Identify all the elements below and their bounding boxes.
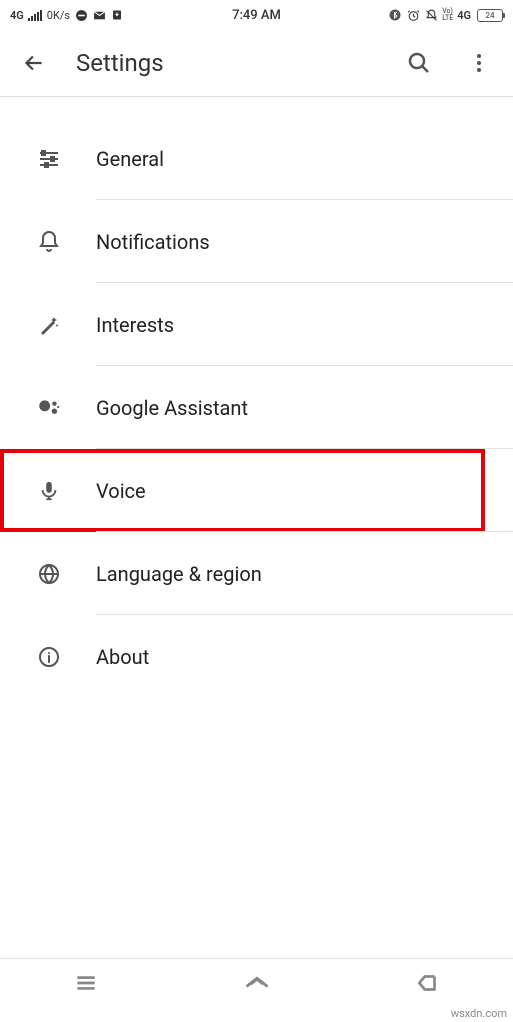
- arrow-left-icon: [21, 50, 47, 76]
- second-4g-indicator: 4G: [457, 9, 471, 22]
- navigation-bar: [0, 958, 513, 1004]
- alarm-icon: [406, 8, 420, 22]
- nav-recents-button[interactable]: [70, 967, 102, 999]
- item-label-general: General: [96, 147, 164, 171]
- back-button[interactable]: [16, 45, 52, 81]
- overflow-menu-button[interactable]: [461, 45, 497, 81]
- watermark: wsxdn.com: [451, 1007, 507, 1020]
- do-not-disturb-icon: [74, 8, 88, 22]
- microphone-icon: [36, 478, 62, 504]
- settings-list: General Notifications Interests Google A…: [0, 97, 513, 698]
- settings-item-general[interactable]: General: [0, 117, 513, 200]
- menu-icon: [73, 970, 99, 996]
- mute-bell-icon: [424, 8, 438, 22]
- signal-strength-icon: [28, 9, 43, 21]
- home-icon: [243, 969, 271, 997]
- globe-icon: [36, 561, 62, 587]
- bluetooth-icon: [388, 8, 402, 22]
- data-rate: 0K/s: [47, 9, 70, 22]
- search-icon: [407, 51, 431, 75]
- settings-item-language[interactable]: Language & region: [0, 532, 513, 615]
- sliders-icon: [36, 146, 62, 172]
- nav-back-button[interactable]: [412, 967, 444, 999]
- settings-item-about[interactable]: About: [0, 615, 513, 698]
- network-4g-indicator: 4G: [10, 9, 24, 22]
- status-bar: 4G 0K/s 7:49 AM Vo) LTE 4G 24: [0, 0, 513, 30]
- item-label-about: About: [96, 645, 149, 669]
- item-label-language: Language & region: [96, 562, 262, 586]
- volte-indicator: Vo) LTE: [442, 8, 453, 22]
- settings-item-interests[interactable]: Interests: [0, 283, 513, 366]
- search-button[interactable]: [401, 45, 437, 81]
- back-nav-icon: [415, 970, 441, 996]
- google-assistant-icon: [36, 395, 62, 421]
- battery-indicator: 24: [477, 9, 503, 22]
- download-icon: [110, 8, 124, 22]
- nav-home-button[interactable]: [241, 967, 273, 999]
- bell-icon: [36, 229, 62, 255]
- app-bar: Settings: [0, 30, 513, 96]
- item-label-notifications: Notifications: [96, 230, 210, 254]
- status-time: 7:49 AM: [174, 8, 338, 23]
- status-right: Vo) LTE 4G 24: [339, 8, 503, 22]
- settings-item-notifications[interactable]: Notifications: [0, 200, 513, 283]
- item-label-voice: Voice: [96, 479, 146, 503]
- page-title: Settings: [76, 49, 377, 77]
- status-left: 4G 0K/s: [10, 8, 174, 22]
- item-label-assistant: Google Assistant: [96, 396, 248, 420]
- magic-wand-icon: [36, 312, 62, 338]
- mail-icon: [92, 8, 106, 22]
- item-label-interests: Interests: [96, 313, 174, 337]
- info-icon: [36, 644, 62, 670]
- settings-item-assistant[interactable]: Google Assistant: [0, 366, 513, 449]
- settings-item-voice[interactable]: Voice: [0, 449, 485, 532]
- more-vertical-icon: [467, 51, 491, 75]
